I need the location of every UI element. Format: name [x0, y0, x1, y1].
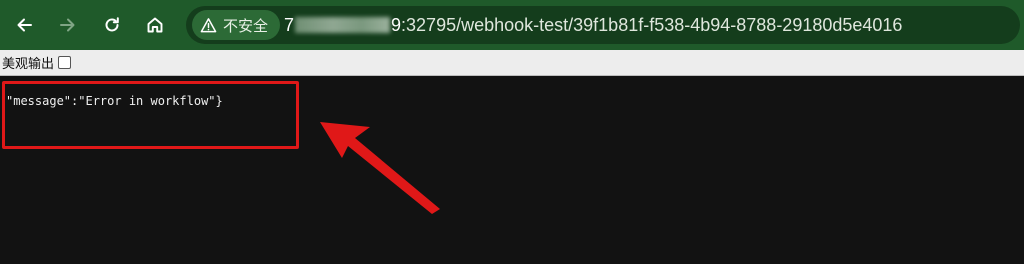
annotation-arrow-icon: [320, 122, 440, 214]
